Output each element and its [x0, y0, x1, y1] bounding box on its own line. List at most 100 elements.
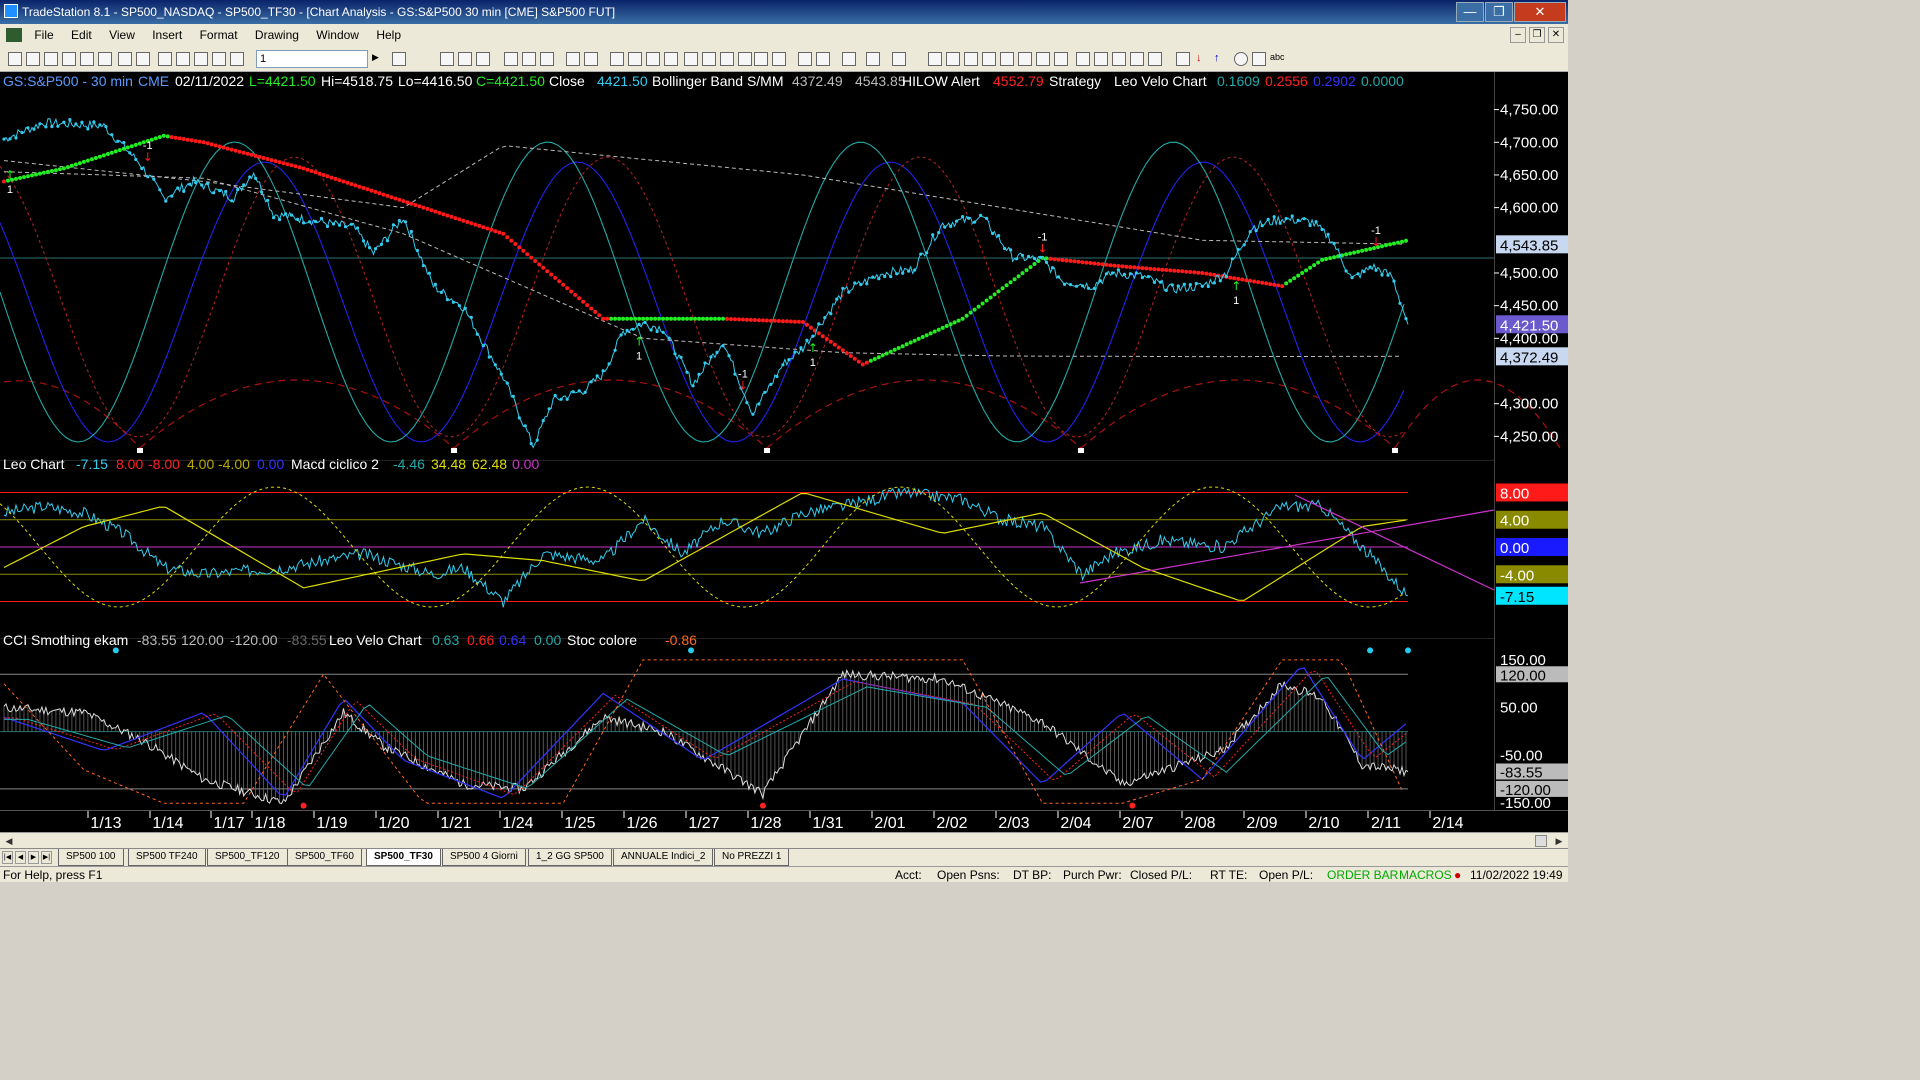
tools-icon[interactable] [842, 52, 856, 66]
macros-button[interactable]: MACROS [1399, 867, 1452, 883]
arrow-down-icon[interactable]: ↓ [1196, 52, 1210, 66]
scroll-left-arrow[interactable]: ◀ [2, 834, 16, 848]
menu-help[interactable]: Help [369, 24, 408, 46]
freehand-icon[interactable] [1176, 52, 1190, 66]
save-icon[interactable] [80, 52, 94, 66]
arc-icon[interactable] [1000, 52, 1014, 66]
rectangle-icon[interactable] [1252, 52, 1266, 66]
vertical-lines-icon[interactable] [946, 52, 960, 66]
mdi-minimize-button[interactable]: – [1510, 27, 1526, 43]
strategy-icon[interactable] [504, 52, 518, 66]
close-workspace-icon[interactable] [62, 52, 76, 66]
menu-drawing[interactable]: Drawing [248, 24, 306, 46]
format-symbol-icon[interactable] [566, 52, 580, 66]
channel-icon[interactable] [1112, 52, 1126, 66]
find-symbol-icon[interactable] [392, 52, 406, 66]
candle-chart-icon[interactable] [628, 52, 642, 66]
layout-icon[interactable] [176, 52, 190, 66]
data-window-icon[interactable] [584, 52, 598, 66]
chart-analysis-icon[interactable] [440, 52, 454, 66]
menu-window[interactable]: Window [309, 24, 366, 46]
order-bar-button[interactable]: ORDER BAR [1327, 867, 1398, 883]
next-symbol-icon[interactable]: ▶ [372, 52, 386, 66]
bar-chart-icon[interactable] [610, 52, 624, 66]
tab-sp500-tf30[interactable]: SP500_TF30 [366, 849, 441, 866]
text-tool-icon[interactable]: abc [1270, 52, 1285, 66]
tab-annuale-indici-2[interactable]: ANNUALE Indici_2 [613, 849, 714, 866]
chart-canvas[interactable]: ↑1↓-1↑1↓-1↑1↓-1↑1↓-1 4,750.004,700.004,6… [0, 72, 1568, 832]
pointer-icon[interactable] [798, 52, 812, 66]
speed-lines-icon[interactable] [1018, 52, 1032, 66]
maximize-button[interactable]: ❐ [1485, 2, 1513, 22]
print-icon[interactable] [136, 52, 150, 66]
save-all-icon[interactable] [98, 52, 112, 66]
parallel-lines-icon[interactable] [1054, 52, 1068, 66]
close-button[interactable]: ✕ [1514, 2, 1566, 22]
horizontal-lines-icon[interactable] [964, 52, 978, 66]
ellipse-icon[interactable] [1234, 52, 1248, 66]
symbol-link-dropdown[interactable]: 1 [256, 50, 368, 68]
export-icon[interactable] [866, 52, 880, 66]
matrix-icon[interactable] [476, 52, 490, 66]
price-dot [8, 137, 12, 141]
hide-icon[interactable] [892, 52, 906, 66]
zoom-out-icon[interactable] [772, 52, 786, 66]
menu-format[interactable]: Format [193, 24, 245, 46]
horizontal-scrollbar[interactable]: ◀ ▶ [0, 832, 1568, 848]
format-icon[interactable] [194, 52, 208, 66]
arrows-icon[interactable] [1094, 52, 1108, 66]
tab-sp500-100[interactable]: SP500 100 [58, 849, 124, 866]
scroll-right-arrow[interactable]: ▶ [1552, 834, 1566, 848]
menu-view[interactable]: View [102, 24, 142, 46]
gann-fan-icon[interactable] [1036, 52, 1050, 66]
arrow-up-icon[interactable]: ↑ [1214, 52, 1228, 66]
tab-no-prezzi-1[interactable]: No PREZZI 1 [714, 849, 790, 866]
regression-icon[interactable] [1148, 52, 1162, 66]
tab-first-button[interactable]: |◀ [2, 851, 13, 864]
print-preview-icon[interactable] [118, 52, 132, 66]
crosshair-icon[interactable] [816, 52, 830, 66]
tab-1-2-gg-sp500[interactable]: 1_2 GG SP500 [528, 849, 612, 866]
mdi-close-button[interactable]: ✕ [1548, 27, 1564, 43]
tab-sp500-4-giorni[interactable]: SP500 4 Giorni [442, 849, 526, 866]
trend-dot [904, 342, 909, 347]
price-badge-label: 4,421.50 [1500, 317, 1558, 334]
scroll-thumb[interactable] [1535, 835, 1547, 847]
price-dot [158, 188, 162, 192]
scroll-left-icon[interactable] [684, 52, 698, 66]
mdi-restore-button[interactable]: ❐ [1529, 27, 1545, 43]
price-dot [451, 300, 455, 304]
indicator-icon[interactable] [522, 52, 536, 66]
grid-icon[interactable] [212, 52, 226, 66]
fan-lines-icon[interactable] [1130, 52, 1144, 66]
expand-icon[interactable] [738, 52, 752, 66]
tile-icon[interactable] [230, 52, 244, 66]
tab-next-button[interactable]: ▶ [28, 851, 39, 864]
zoom-in-icon[interactable] [754, 52, 768, 66]
open-icon[interactable] [26, 52, 40, 66]
time-axis-label: 1/14 [152, 815, 183, 832]
trend-dot [900, 344, 905, 349]
trendline-icon[interactable] [928, 52, 942, 66]
tab-sp500-tf60[interactable]: SP500_TF60 [287, 849, 362, 866]
fibonacci-icon[interactable] [982, 52, 996, 66]
compress-icon[interactable] [720, 52, 734, 66]
menu-file[interactable]: File [27, 24, 60, 46]
window-icon[interactable] [158, 52, 172, 66]
tab-prev-button[interactable]: ◀ [15, 851, 26, 864]
volume-chart-icon[interactable] [664, 52, 678, 66]
tab-last-button[interactable]: ▶| [41, 851, 52, 864]
tab-sp500-tf240[interactable]: SP500 TF240 [128, 849, 206, 866]
open-workspace-icon[interactable] [44, 52, 58, 66]
chart-analysis-window[interactable]: ↑ 1 ↓ -1 ↑ 1 ↓ -1 ↑ 1 ↓ -1 ↑ 1 ↓ -1 4,750.00 4,700.00 4,6… [0, 72, 1568, 832]
line-chart-icon[interactable] [646, 52, 660, 66]
angle-line-icon[interactable] [1076, 52, 1090, 66]
minimize-button[interactable]: — [1456, 2, 1484, 22]
menu-insert[interactable]: Insert [145, 24, 189, 46]
menu-edit[interactable]: Edit [64, 24, 99, 46]
new-icon[interactable] [8, 52, 22, 66]
scroll-right-icon[interactable] [702, 52, 716, 66]
painter-icon[interactable] [540, 52, 554, 66]
tab-sp500-tf120[interactable]: SP500_TF120 [207, 849, 288, 866]
radarscreen-icon[interactable] [458, 52, 472, 66]
